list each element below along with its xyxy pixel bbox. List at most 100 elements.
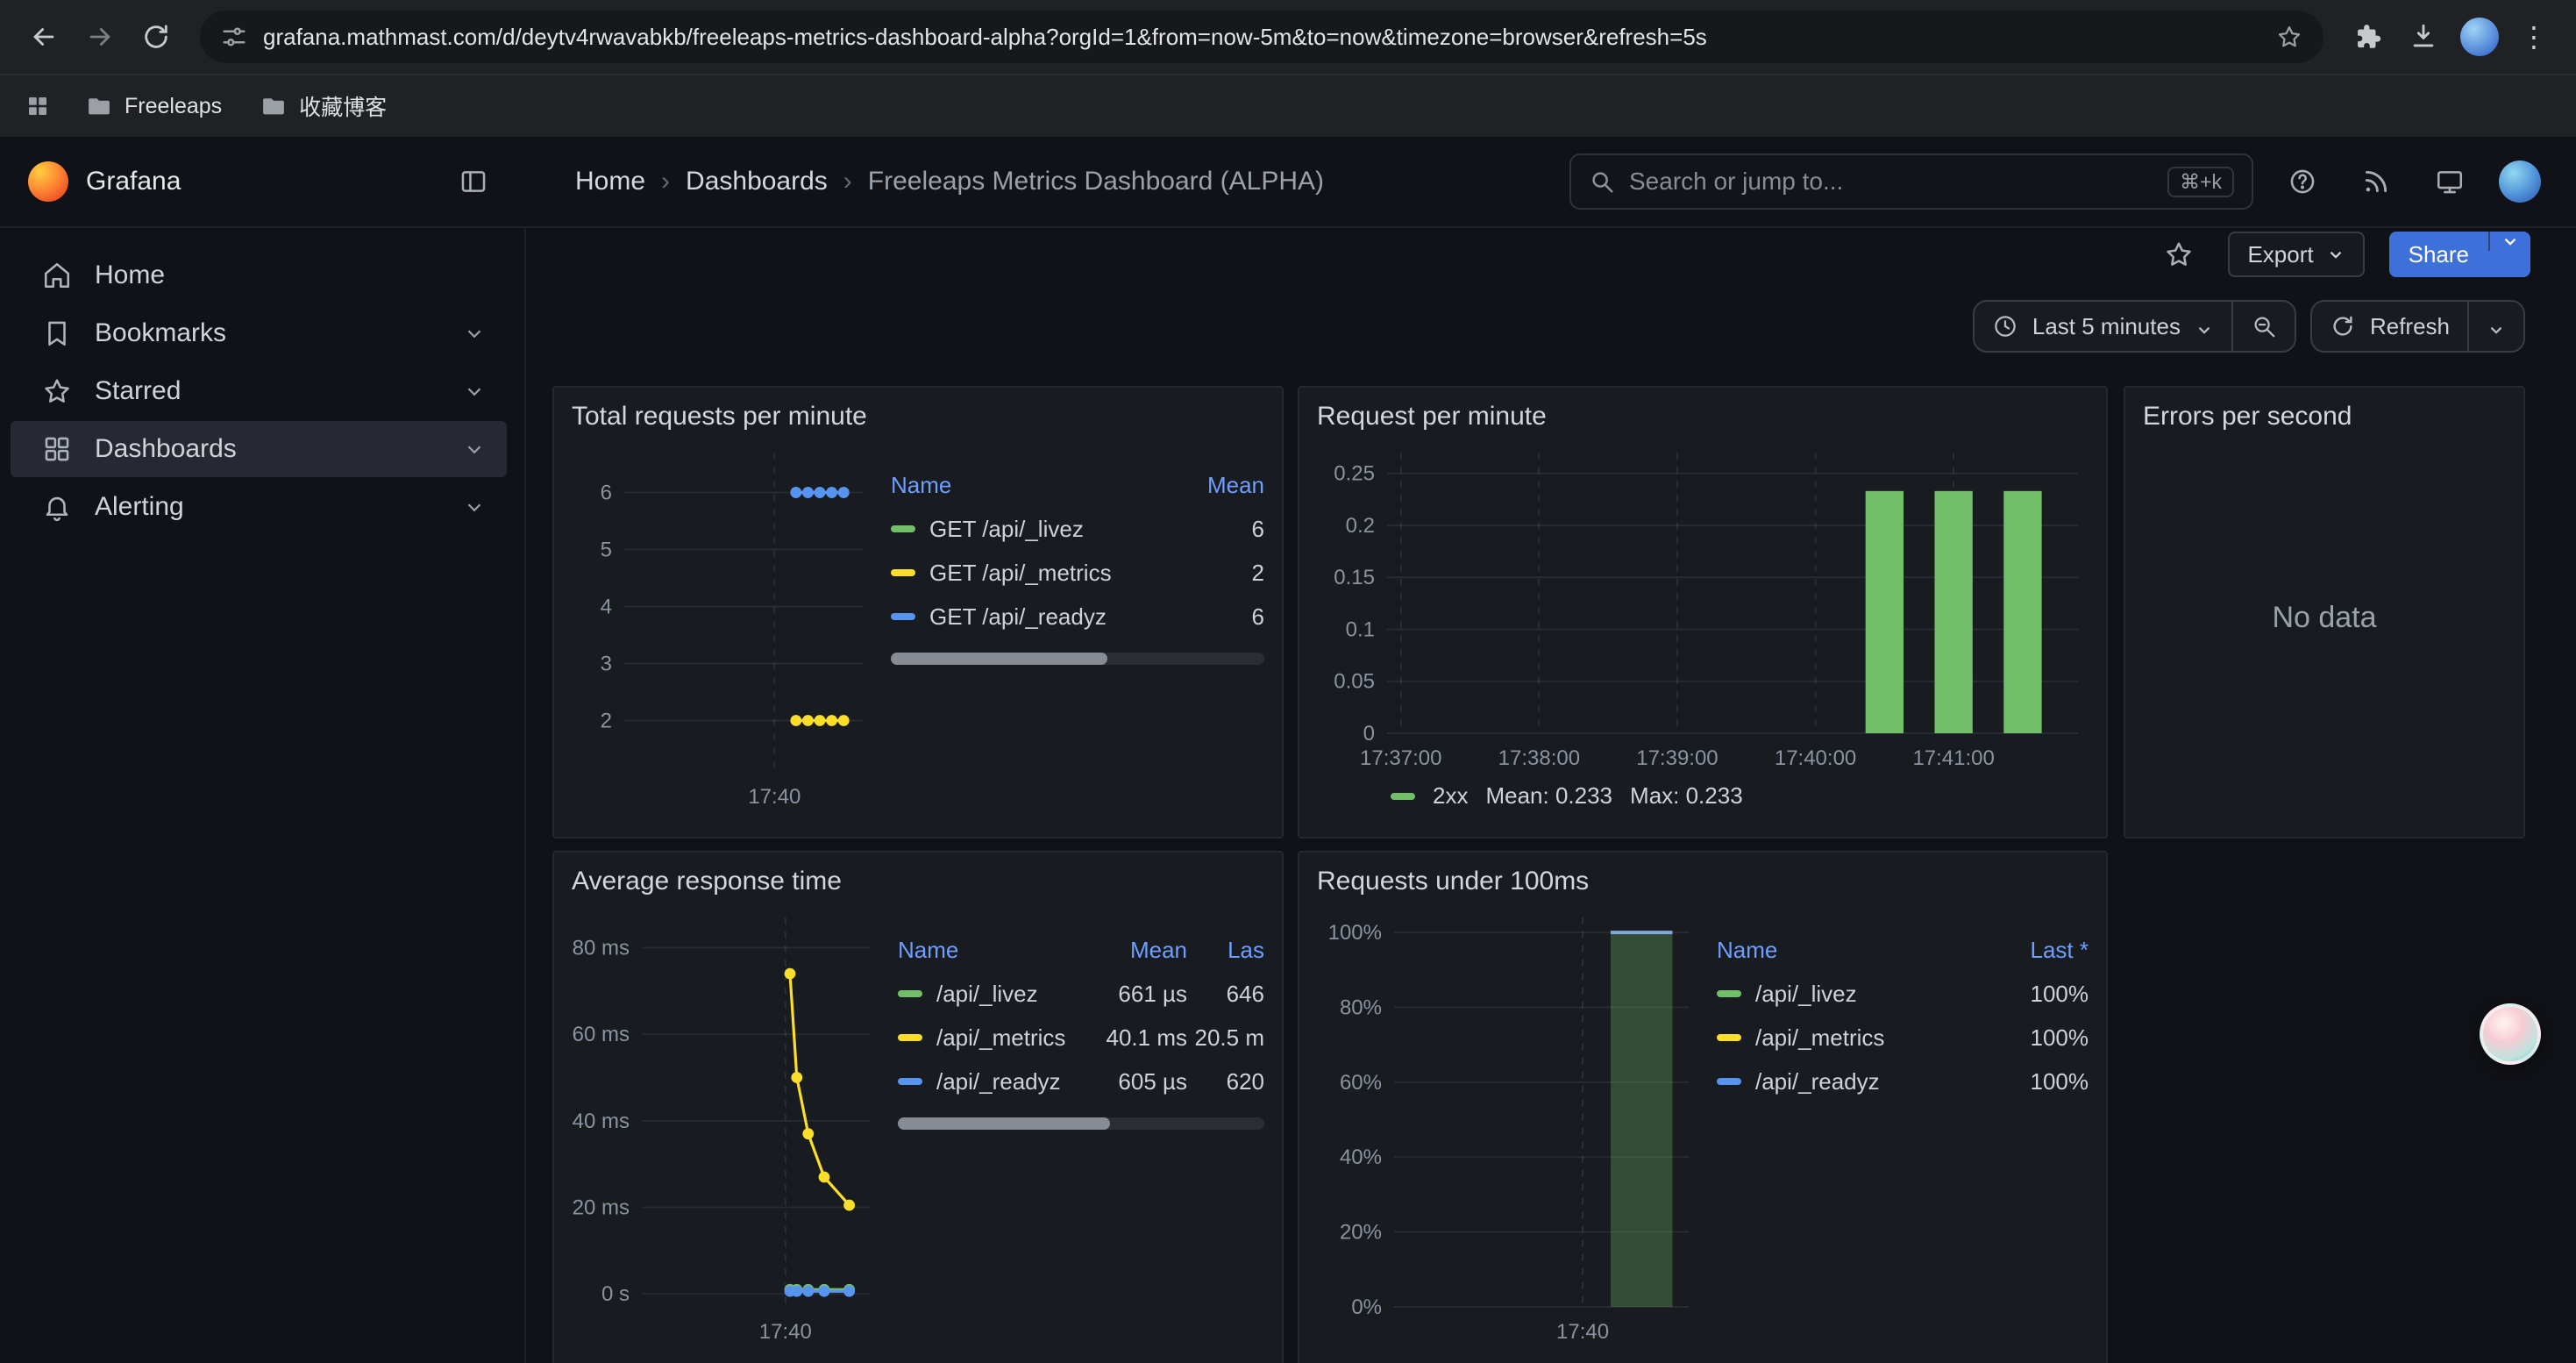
legend-inline[interactable]: 2xx Mean: 0.233 Max: 0.233 — [1317, 782, 2089, 810]
timeseries-chart[interactable]: 80 ms60 ms40 ms20 ms0 s17:40 — [572, 907, 880, 1349]
chevron-down-icon[interactable] — [463, 496, 486, 518]
sidebar-item-dashboards[interactable]: Dashboards — [11, 421, 507, 477]
favorite-star-icon[interactable] — [2154, 230, 2203, 279]
series-swatch — [1717, 1078, 1741, 1085]
sidebar-item-home[interactable]: Home — [11, 247, 507, 303]
forward-button[interactable] — [74, 11, 126, 63]
legend-value: 100% — [2004, 1024, 2089, 1052]
share-dropdown[interactable] — [2488, 232, 2530, 251]
profile-avatar[interactable] — [2453, 11, 2506, 63]
panel-title[interactable]: Requests under 100ms — [1317, 867, 2089, 896]
sidebar-item-starred[interactable]: Starred — [11, 363, 507, 419]
bookmark-item[interactable]: 收藏博客 — [260, 90, 387, 122]
svg-text:17:41:00: 17:41:00 — [1912, 746, 1994, 770]
legend-row: /api/_readyz605 µs620 — [898, 1060, 1264, 1103]
legend-col-name[interactable]: Name — [891, 472, 1173, 499]
legend-col[interactable]: Las — [1187, 937, 1264, 964]
share-button[interactable]: Share — [2389, 232, 2530, 277]
url-text[interactable]: grafana.mathmast.com/d/deytv4rwavabkb/fr… — [263, 24, 2260, 51]
assistant-avatar[interactable] — [2480, 1003, 2541, 1065]
time-range-picker[interactable]: Last 5 minutes — [1975, 302, 2231, 351]
time-picker-group: Last 5 minutes — [1973, 300, 2296, 353]
rss-icon[interactable] — [2352, 157, 2401, 206]
panel-requests-under-100ms: Requests under 100ms 100%80%60%40%20%0%1… — [1298, 851, 2108, 1363]
help-icon[interactable] — [2278, 157, 2327, 206]
export-button[interactable]: Export — [2228, 232, 2364, 277]
legend-series[interactable]: GET /api/_livez — [891, 516, 1173, 543]
legend-row: GET /api/_metrics2 — [891, 551, 1264, 595]
refresh-button[interactable]: Refresh — [2312, 302, 2467, 351]
legend-series[interactable]: /api/_livez — [898, 981, 1075, 1008]
zoom-out-button[interactable] — [2231, 302, 2295, 351]
breadcrumb-item[interactable]: Home — [575, 167, 645, 196]
chevron-down-icon[interactable] — [463, 322, 486, 345]
legend-col-name[interactable]: Name — [898, 937, 1075, 964]
scrollbar-thumb[interactable] — [898, 1117, 1110, 1130]
legend-table: NameMeanLas/api/_livez661 µs646/api/_met… — [880, 907, 1264, 1130]
breadcrumb-item[interactable]: Dashboards — [686, 167, 828, 196]
apps-grid-icon[interactable] — [25, 93, 51, 119]
panel-title[interactable]: Total requests per minute — [572, 402, 1264, 432]
chevron-down-icon[interactable] — [463, 438, 486, 460]
legend-series[interactable]: /api/_readyz — [898, 1068, 1075, 1095]
legend-series[interactable]: GET /api/_readyz — [891, 603, 1173, 631]
dock-menu-icon[interactable] — [449, 157, 498, 206]
sidebar-item-alerting[interactable]: Alerting — [11, 479, 507, 535]
user-avatar[interactable] — [2499, 161, 2541, 203]
site-settings-icon[interactable] — [221, 24, 247, 50]
legend-col-name[interactable]: Name — [1717, 937, 2004, 964]
svg-text:60%: 60% — [1340, 1071, 1382, 1095]
legend-scrollbar[interactable] — [898, 1117, 1264, 1130]
star-icon — [42, 376, 72, 406]
panel-title[interactable]: Errors per second — [2143, 402, 2506, 432]
legend-series[interactable]: /api/_metrics — [898, 1024, 1075, 1052]
address-bar[interactable]: grafana.mathmast.com/d/deytv4rwavabkb/fr… — [200, 11, 2323, 63]
legend-series[interactable]: /api/_readyz — [1717, 1068, 2004, 1095]
panel-title[interactable]: Request per minute — [1317, 402, 2089, 432]
legend-row: GET /api/_livez6 — [891, 507, 1264, 551]
search-box[interactable]: ⌘+k — [1569, 153, 2253, 210]
legend-series-name[interactable]: 2xx — [1433, 782, 1468, 810]
legend-series[interactable]: GET /api/_metrics — [891, 560, 1173, 587]
legend-scrollbar[interactable] — [891, 653, 1264, 665]
bar-chart[interactable]: 100%80%60%40%20%0%17:40 — [1317, 907, 1699, 1349]
breadcrumb: Home›Dashboards›Freeleaps Metrics Dashbo… — [575, 167, 1324, 196]
series-swatch — [898, 1034, 922, 1041]
reload-button[interactable] — [130, 11, 182, 63]
legend-series[interactable]: /api/_livez — [1717, 981, 2004, 1008]
bookmark-item[interactable]: Freeleaps — [86, 90, 222, 122]
refresh-group: Refresh — [2310, 300, 2525, 353]
sidebar-item-bookmarks[interactable]: Bookmarks — [11, 305, 507, 361]
legend-stat-max: Max: 0.233 — [1630, 782, 1743, 810]
scrollbar-thumb[interactable] — [891, 653, 1107, 665]
monitor-icon[interactable] — [2425, 157, 2474, 206]
bar-chart[interactable]: 0.250.20.150.10.05017:37:0017:38:0017:39… — [1317, 442, 2089, 775]
app-body: HomeBookmarksStarredDashboardsAlerting E… — [0, 228, 2576, 1363]
legend-series[interactable]: /api/_metrics — [1717, 1024, 2004, 1052]
svg-text:100%: 100% — [1328, 921, 1382, 945]
svg-text:20 ms: 20 ms — [573, 1196, 630, 1220]
bookmark-star-icon[interactable] — [2276, 24, 2302, 50]
breadcrumb-item[interactable]: Freeleaps Metrics Dashboard (ALPHA) — [868, 167, 1324, 196]
svg-text:17:38:00: 17:38:00 — [1498, 746, 1580, 770]
svg-text:17:39:00: 17:39:00 — [1636, 746, 1718, 770]
series-swatch — [1391, 793, 1415, 800]
legend-col[interactable]: Mean — [1075, 937, 1187, 964]
legend-col[interactable]: Mean — [1173, 472, 1264, 499]
chevron-down-icon[interactable] — [463, 380, 486, 403]
extensions-icon[interactable] — [2341, 11, 2394, 63]
home-icon — [42, 260, 72, 290]
back-button[interactable] — [18, 11, 70, 63]
refresh-interval-dropdown[interactable] — [2467, 302, 2523, 351]
legend-value: 100% — [2004, 981, 2089, 1008]
legend-value: 20.5 m — [1187, 1024, 1264, 1052]
timeseries-chart[interactable]: 6543217:40 — [572, 442, 873, 814]
menu-kebab-icon[interactable]: ⋮ — [2509, 20, 2558, 54]
search-input[interactable] — [1629, 168, 2153, 196]
bookmarks-bar: Freeleaps 收藏博客 — [0, 74, 2576, 137]
download-icon[interactable] — [2397, 11, 2450, 63]
panel-title[interactable]: Average response time — [572, 867, 1264, 896]
grafana-logo[interactable] — [28, 161, 68, 202]
legend-col[interactable]: Last * — [2004, 937, 2089, 964]
bookmark-label: 收藏博客 — [299, 90, 387, 122]
